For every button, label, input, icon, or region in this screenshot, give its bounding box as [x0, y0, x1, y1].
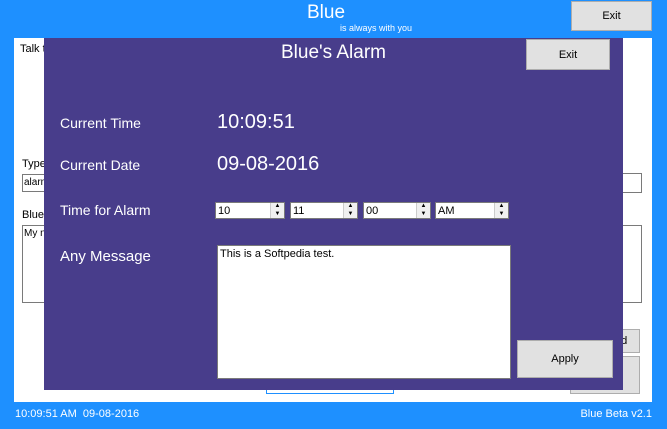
current-date-value: 09-08-2016 — [217, 153, 320, 175]
alarm-ampm-value: AM — [438, 204, 455, 217]
status-time: 10:09:51 AM — [15, 408, 77, 420]
status-datetime: 10:09:51 AM 09-08-2016 — [15, 408, 139, 420]
spinner-arrows-icon[interactable]: ▲ ▼ — [416, 203, 430, 218]
apply-button[interactable]: Apply — [517, 340, 613, 378]
alarm-hour-spinner[interactable]: 10 ▲ ▼ — [215, 202, 285, 219]
alarm-minute-spinner[interactable]: 11 ▲ ▼ — [290, 202, 358, 219]
alarm-second-value: 00 — [366, 204, 379, 217]
alarm-second-spinner[interactable]: 00 ▲ ▼ — [363, 202, 431, 219]
dialog-exit-button[interactable]: Exit — [526, 39, 610, 70]
blue-label: Blue — [22, 209, 45, 221]
current-date-label: Current Date — [60, 157, 141, 173]
talk-label: Talk t — [20, 43, 46, 55]
type-label: Type — [22, 158, 46, 170]
main-exit-button[interactable]: Exit — [571, 1, 652, 31]
alarm-hour-value: 10 — [218, 204, 231, 217]
current-time-label: Current Time — [60, 115, 141, 131]
spinner-arrows-icon[interactable]: ▲ ▼ — [343, 203, 357, 218]
message-label: Any Message — [60, 248, 151, 265]
app-title: Blue — [306, 2, 346, 23]
current-time-value: 10:09:51 — [217, 111, 295, 133]
spinner-arrows-icon[interactable]: ▲ ▼ — [494, 203, 508, 218]
blue-output-right — [620, 225, 642, 303]
spinner-arrows-icon[interactable]: ▲ ▼ — [270, 203, 284, 218]
app-subtitle: is always with you — [340, 23, 413, 33]
status-version: Blue Beta v2.1 — [580, 408, 652, 420]
alarm-ampm-spinner[interactable]: AM ▲ ▼ — [435, 202, 509, 219]
alarm-dialog: Blue's Alarm Exit Current Time 10:09:51 … — [44, 38, 623, 390]
alarm-time-label: Time for Alarm — [60, 202, 151, 218]
message-textarea[interactable]: This is a Softpedia test. — [217, 245, 511, 379]
status-date: 09-08-2016 — [82, 408, 140, 420]
alarm-minute-value: 11 — [293, 204, 305, 217]
type-input-right[interactable] — [620, 173, 642, 193]
